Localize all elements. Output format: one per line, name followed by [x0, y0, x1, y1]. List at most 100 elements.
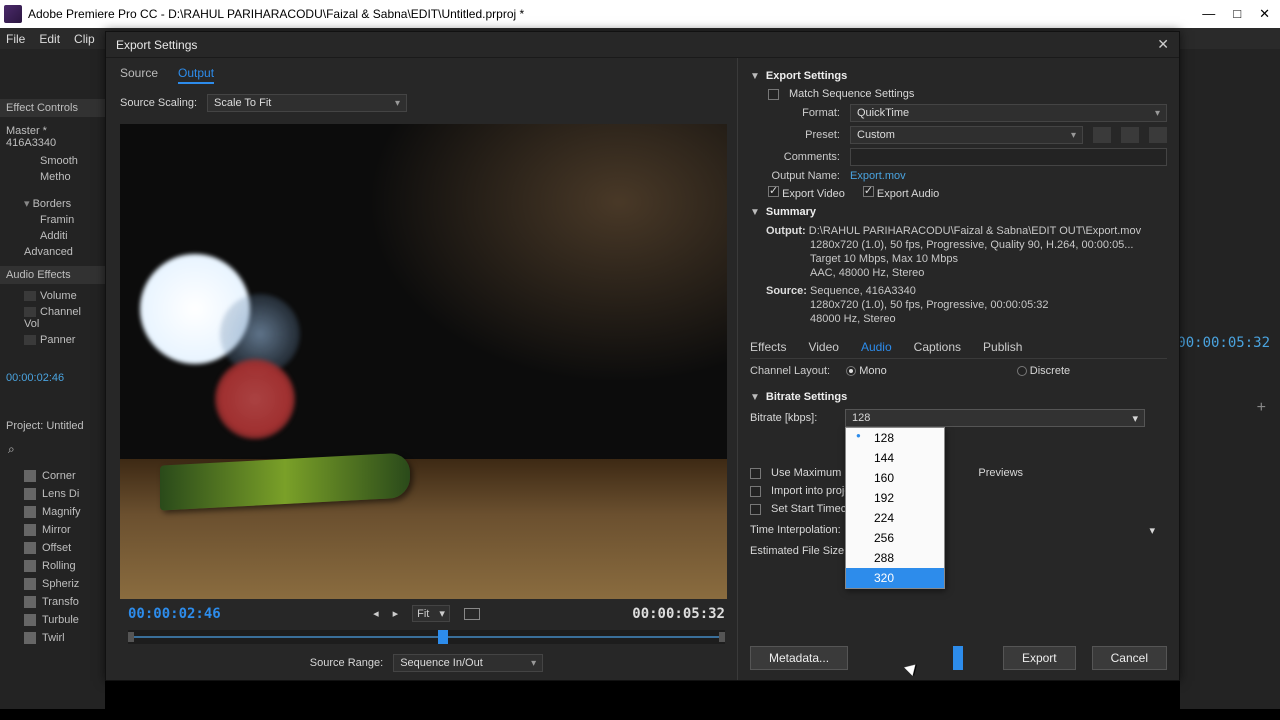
comments-input[interactable] [850, 148, 1167, 166]
twirl-icon[interactable]: ▼ [750, 392, 760, 403]
match-sequence-label: Match Sequence Settings [789, 88, 914, 100]
os-titlebar: Adobe Premiere Pro CC - D:\RAHUL PARIHAR… [0, 0, 1280, 28]
chevron-down-icon: ▾ [439, 607, 445, 620]
audio-effect-item[interactable]: Panner [40, 334, 75, 346]
aspect-ratio-icon[interactable] [464, 608, 480, 620]
search-icon[interactable]: ⌕ [0, 442, 105, 457]
set-start-tc-checkbox[interactable] [750, 504, 761, 515]
audio-effect-item[interactable]: Volume [40, 290, 77, 302]
effect-preset[interactable]: Mirror [42, 524, 71, 536]
use-max-render-checkbox[interactable] [750, 468, 761, 479]
channel-discrete-radio[interactable] [1017, 366, 1027, 376]
twirl-icon[interactable]: ▼ [750, 207, 760, 218]
bin-icon [24, 488, 36, 500]
cancel-button[interactable]: Cancel [1092, 646, 1167, 670]
preset-value: Custom [857, 129, 895, 141]
effect-preset[interactable]: Corner [42, 470, 76, 482]
param-item[interactable]: Additi [0, 228, 105, 244]
close-button[interactable]: ✕ [1259, 6, 1270, 22]
bitrate-settings-header: Bitrate Settings [766, 391, 847, 403]
preview-pane: Source Output Source Scaling: Scale To F… [106, 58, 738, 680]
tab-captions[interactable]: Captions [914, 340, 961, 354]
effect-preset[interactable]: Lens Di [42, 488, 79, 500]
metadata-button[interactable]: Metadata... [750, 646, 848, 670]
source-scaling-label: Source Scaling: [120, 97, 197, 109]
chevron-down-icon: ▾ [1071, 130, 1076, 141]
fit-dropdown[interactable]: Fit ▾ [412, 605, 450, 622]
tab-effects[interactable]: Effects [750, 340, 786, 354]
source-scaling-dropdown[interactable]: Scale To Fit ▾ [207, 94, 407, 112]
match-sequence-checkbox[interactable] [768, 89, 779, 100]
bitrate-option[interactable]: 256 [846, 528, 944, 548]
bitrate-dropdown[interactable]: 128▾ 128144160192224256288320 [845, 409, 1145, 427]
import-project-checkbox[interactable] [750, 486, 761, 497]
save-preset-icon[interactable] [1093, 127, 1111, 143]
preset-label: Preset: [750, 129, 840, 141]
effect-preset[interactable]: Transfo [42, 596, 79, 608]
queue-button-edge[interactable] [953, 646, 963, 670]
minimize-button[interactable]: — [1202, 6, 1215, 22]
export-video-checkbox[interactable] [768, 186, 779, 197]
param-item[interactable]: Smooth [0, 153, 105, 169]
tab-video[interactable]: Video [808, 340, 838, 354]
borders-group[interactable]: Borders [33, 198, 72, 210]
bitrate-option[interactable]: 320 [846, 568, 944, 588]
format-dropdown[interactable]: QuickTime ▾ [850, 104, 1167, 122]
fx-icon [24, 335, 36, 345]
export-button[interactable]: Export [1003, 646, 1076, 670]
dialog-titlebar[interactable]: Export Settings ✕ [106, 32, 1179, 58]
preview-in-timecode[interactable]: 00:00:02:46 [128, 606, 221, 622]
add-track-icon[interactable]: + [1257, 399, 1266, 417]
fx-icon [24, 307, 36, 317]
preset-dropdown[interactable]: Custom ▾ [850, 126, 1083, 144]
channel-mono-label: Mono [859, 365, 887, 377]
tab-output[interactable]: Output [178, 66, 214, 84]
tab-source[interactable]: Source [120, 66, 158, 84]
playhead[interactable] [438, 630, 448, 644]
preview-out-timecode: 00:00:05:32 [632, 606, 725, 622]
output-name-label: Output Name: [750, 170, 840, 182]
tab-audio[interactable]: Audio [861, 340, 892, 354]
param-item[interactable]: Framin [0, 212, 105, 228]
twirl-icon[interactable]: ▼ [750, 71, 760, 82]
project-panel-header: Project: Untitled [0, 416, 105, 436]
param-item[interactable]: Advanced [0, 244, 105, 260]
output-name-link[interactable]: Export.mov [850, 170, 906, 182]
menu-file[interactable]: File [6, 32, 25, 46]
small-timecode: 00:00:02:46 [0, 366, 105, 390]
prev-frame-icon[interactable]: ◂ [373, 607, 379, 620]
app-icon [4, 5, 22, 23]
source-output-tabs: Source Output [116, 64, 737, 86]
bitrate-option[interactable]: 192 [846, 488, 944, 508]
preview-timeline[interactable] [128, 630, 725, 644]
effect-preset[interactable]: Turbule [42, 614, 79, 626]
bitrate-option[interactable]: 128 [846, 428, 944, 448]
effect-preset[interactable]: Offset [42, 542, 71, 554]
bitrate-option[interactable]: 160 [846, 468, 944, 488]
effect-preset[interactable]: Rolling [42, 560, 76, 572]
menu-edit[interactable]: Edit [39, 32, 60, 46]
export-settings-header: Export Settings [766, 70, 847, 82]
delete-preset-icon[interactable] [1149, 127, 1167, 143]
effect-preset[interactable]: Twirl [42, 632, 65, 644]
chevron-down-icon: ▾ [1155, 108, 1160, 119]
bitrate-option[interactable]: 288 [846, 548, 944, 568]
bitrate-option[interactable]: 144 [846, 448, 944, 468]
channel-mono-radio[interactable] [846, 366, 856, 376]
close-icon[interactable]: ✕ [1157, 36, 1169, 53]
effect-preset[interactable]: Spheriz [42, 578, 79, 590]
param-item[interactable]: Metho [0, 169, 105, 185]
effect-preset[interactable]: Magnify [42, 506, 81, 518]
menu-clip[interactable]: Clip [74, 32, 95, 46]
bitrate-option[interactable]: 224 [846, 508, 944, 528]
tab-publish[interactable]: Publish [983, 340, 1022, 354]
format-value: QuickTime [857, 107, 909, 119]
maximize-button[interactable]: □ [1233, 6, 1241, 22]
chevron-down-icon[interactable]: ▾ [1149, 524, 1155, 537]
import-preset-icon[interactable] [1121, 127, 1139, 143]
export-audio-checkbox[interactable] [863, 186, 874, 197]
chevron-down-icon: ▾ [395, 98, 400, 109]
next-frame-icon[interactable]: ▸ [393, 607, 399, 620]
source-range-dropdown[interactable]: Sequence In/Out ▾ [393, 654, 543, 672]
timeline-timecode: 00:00:05:32 [1177, 335, 1270, 351]
